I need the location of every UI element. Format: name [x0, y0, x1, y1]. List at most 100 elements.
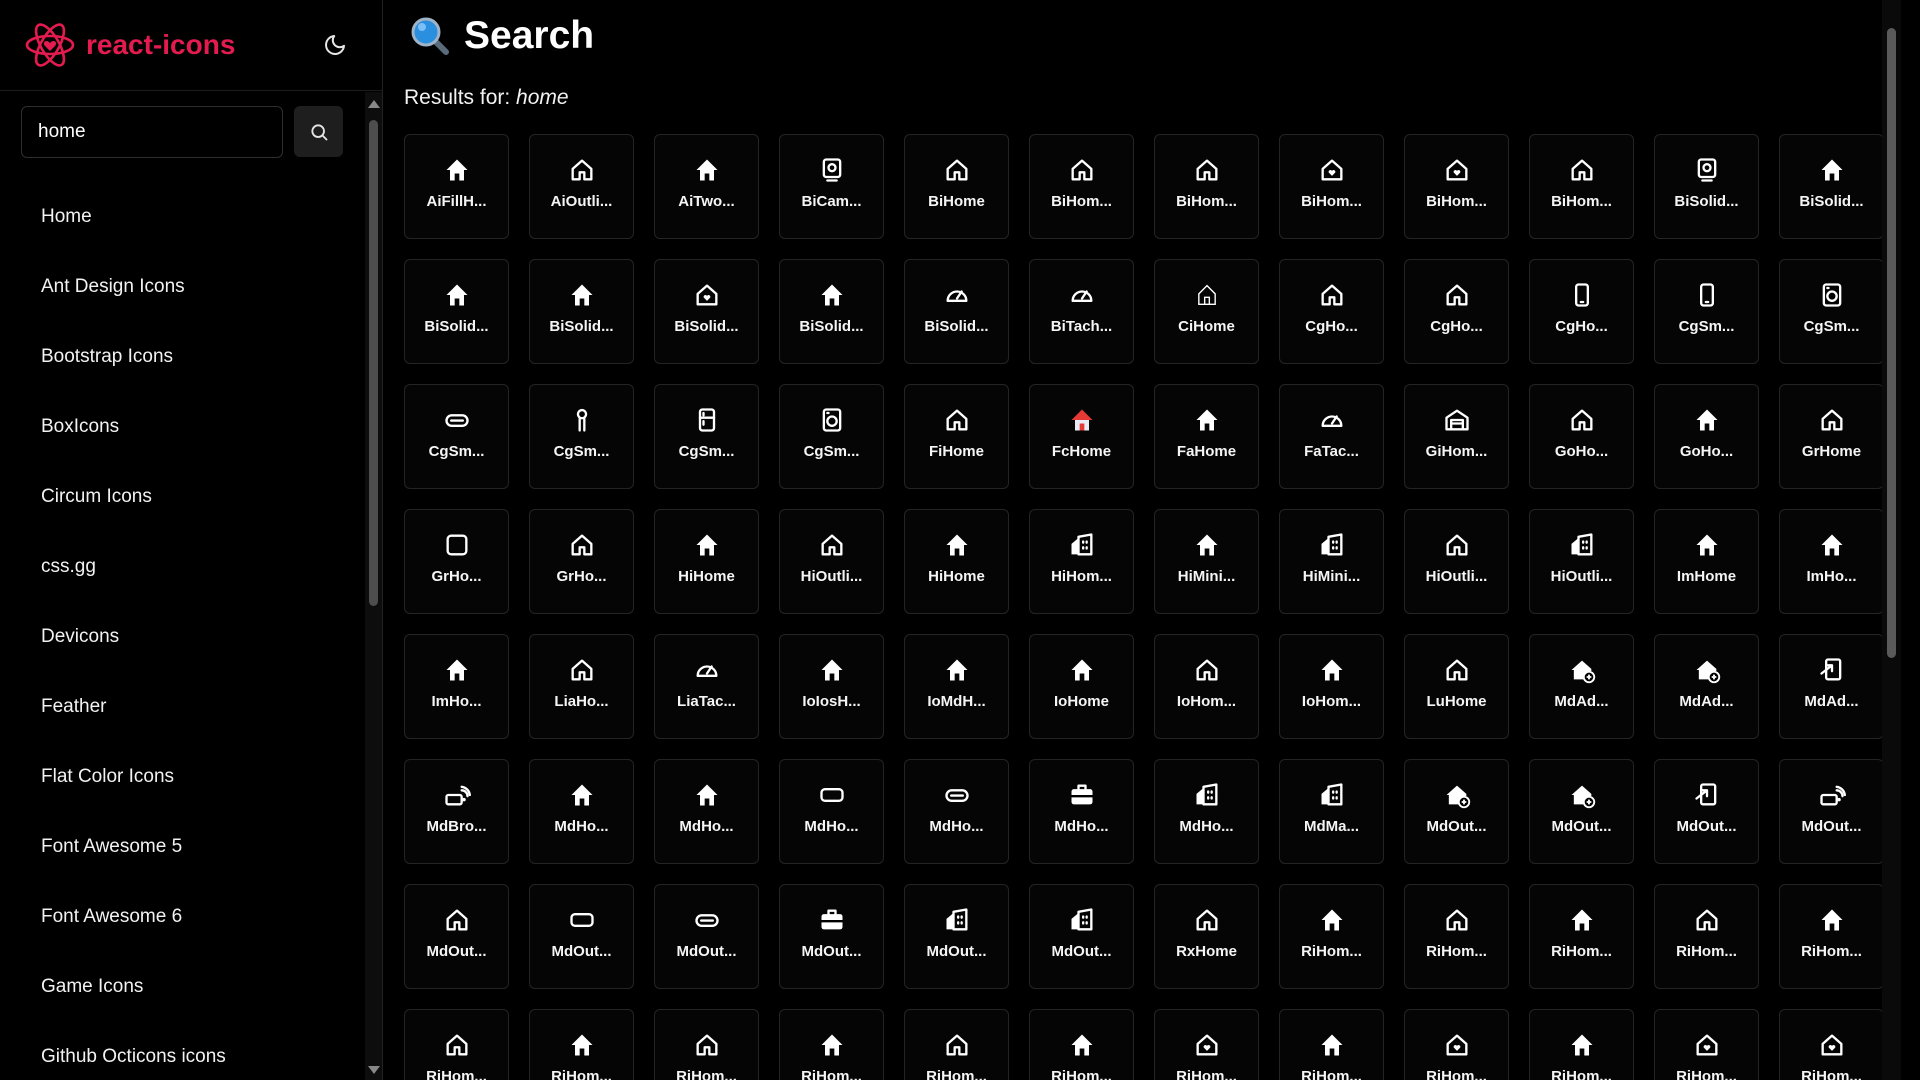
icon-tile[interactable]: HiHome: [654, 509, 759, 614]
icon-tile[interactable]: MdAd...: [1654, 634, 1759, 739]
icon-tile[interactable]: RiHom...: [529, 1009, 634, 1080]
icon-tile[interactable]: MdHo...: [1154, 759, 1259, 864]
icon-tile[interactable]: GoHo...: [1529, 384, 1634, 489]
icon-tile[interactable]: BiTach...: [1029, 259, 1134, 364]
icon-tile[interactable]: BiCam...: [779, 134, 884, 239]
brand-title[interactable]: react-icons: [86, 29, 235, 61]
icon-tile[interactable]: BiSolid...: [779, 259, 884, 364]
icon-tile[interactable]: BiHom...: [1529, 134, 1634, 239]
icon-tile[interactable]: CgHo...: [1279, 259, 1384, 364]
icon-tile[interactable]: MdHo...: [654, 759, 759, 864]
icon-tile[interactable]: HiOutli...: [779, 509, 884, 614]
icon-tile[interactable]: MdOut...: [1779, 759, 1884, 864]
icon-tile[interactable]: HiMini...: [1154, 509, 1259, 614]
icon-tile[interactable]: RxHome: [1154, 884, 1259, 989]
icon-tile[interactable]: CgSm...: [1779, 259, 1884, 364]
nav-item-home[interactable]: Home: [0, 182, 365, 252]
page-scrollbar[interactable]: [1882, 0, 1901, 1080]
icon-tile[interactable]: AiFillH...: [404, 134, 509, 239]
icon-tile[interactable]: MdAd...: [1779, 634, 1884, 739]
icon-tile[interactable]: RiHom...: [1404, 1009, 1509, 1080]
icon-tile[interactable]: RiHom...: [1779, 1009, 1884, 1080]
icon-tile[interactable]: ImHome: [1654, 509, 1759, 614]
icon-tile[interactable]: LiaTac...: [654, 634, 759, 739]
icon-tile[interactable]: BiSolid...: [904, 259, 1009, 364]
icon-tile[interactable]: ImHo...: [1779, 509, 1884, 614]
icon-tile[interactable]: HiOutli...: [1529, 509, 1634, 614]
icon-tile[interactable]: MdOut...: [1529, 759, 1634, 864]
nav-item-bootstrap-icons[interactable]: Bootstrap Icons: [0, 322, 365, 392]
icon-tile[interactable]: CgHo...: [1529, 259, 1634, 364]
icon-tile[interactable]: GoHo...: [1654, 384, 1759, 489]
search-input[interactable]: [21, 106, 283, 158]
icon-tile[interactable]: GrHome: [1779, 384, 1884, 489]
icon-tile[interactable]: RiHom...: [1404, 884, 1509, 989]
icon-tile[interactable]: HiOutli...: [1404, 509, 1509, 614]
icon-tile[interactable]: GrHo...: [529, 509, 634, 614]
icon-tile[interactable]: GiHom...: [1404, 384, 1509, 489]
scroll-up-arrow-icon[interactable]: [368, 100, 380, 108]
icon-tile[interactable]: RiHom...: [1279, 884, 1384, 989]
icon-tile[interactable]: IoIosH...: [779, 634, 884, 739]
icon-tile[interactable]: MdOut...: [904, 884, 1009, 989]
icon-tile[interactable]: BiSolid...: [1779, 134, 1884, 239]
icon-tile[interactable]: BiHom...: [1029, 134, 1134, 239]
icon-tile[interactable]: IoMdH...: [904, 634, 1009, 739]
icon-tile[interactable]: HiHome: [904, 509, 1009, 614]
icon-tile[interactable]: MdHo...: [779, 759, 884, 864]
icon-tile[interactable]: MdBro...: [404, 759, 509, 864]
nav-item-game-icons[interactable]: Game Icons: [0, 952, 365, 1022]
icon-tile[interactable]: IoHom...: [1279, 634, 1384, 739]
icon-tile[interactable]: CgSm...: [779, 384, 884, 489]
icon-tile[interactable]: BiSolid...: [529, 259, 634, 364]
scroll-down-arrow-icon[interactable]: [368, 1066, 380, 1074]
icon-tile[interactable]: IoHom...: [1154, 634, 1259, 739]
icon-tile[interactable]: HiHom...: [1029, 509, 1134, 614]
icon-tile[interactable]: MdHo...: [904, 759, 1009, 864]
nav-item-flat-color-icons[interactable]: Flat Color Icons: [0, 742, 365, 812]
icon-tile[interactable]: MdOut...: [654, 884, 759, 989]
icon-tile[interactable]: CgHo...: [1404, 259, 1509, 364]
icon-tile[interactable]: MdHo...: [1029, 759, 1134, 864]
icon-tile[interactable]: MdOut...: [1404, 759, 1509, 864]
icon-tile[interactable]: RiHom...: [779, 1009, 884, 1080]
icon-tile[interactable]: RiHom...: [1029, 1009, 1134, 1080]
icon-tile[interactable]: RiHom...: [904, 1009, 1009, 1080]
icon-tile[interactable]: FiHome: [904, 384, 1009, 489]
nav-item-ant-design-icons[interactable]: Ant Design Icons: [0, 252, 365, 322]
icon-tile[interactable]: FaHome: [1154, 384, 1259, 489]
nav-item-css-gg[interactable]: css.gg: [0, 532, 365, 602]
icon-tile[interactable]: MdAd...: [1529, 634, 1634, 739]
nav-item-feather[interactable]: Feather: [0, 672, 365, 742]
icon-tile[interactable]: HiMini...: [1279, 509, 1384, 614]
nav-item-font-awesome-6[interactable]: Font Awesome 6: [0, 882, 365, 952]
icon-tile[interactable]: CgSm...: [1654, 259, 1759, 364]
moon-icon[interactable]: [320, 30, 350, 60]
nav-item-boxicons[interactable]: BoxIcons: [0, 392, 365, 462]
icon-tile[interactable]: CgSm...: [404, 384, 509, 489]
icon-tile[interactable]: MdOut...: [1654, 759, 1759, 864]
icon-tile[interactable]: MdMa...: [1279, 759, 1384, 864]
icon-tile[interactable]: CgSm...: [529, 384, 634, 489]
nav-item-devicons[interactable]: Devicons: [0, 602, 365, 672]
icon-tile[interactable]: CgSm...: [654, 384, 759, 489]
react-atom-logo-icon[interactable]: [24, 19, 76, 71]
icon-tile[interactable]: BiSolid...: [1654, 134, 1759, 239]
sidebar-scroll-thumb[interactable]: [369, 120, 378, 606]
icon-tile[interactable]: RiHom...: [404, 1009, 509, 1080]
icon-tile[interactable]: LuHome: [1404, 634, 1509, 739]
nav-item-circum-icons[interactable]: Circum Icons: [0, 462, 365, 532]
nav-item-github-octicons[interactable]: Github Octicons icons: [0, 1022, 365, 1080]
icon-tile[interactable]: BiHom...: [1404, 134, 1509, 239]
icon-tile[interactable]: CiHome: [1154, 259, 1259, 364]
icon-tile[interactable]: BiHom...: [1279, 134, 1384, 239]
icon-tile[interactable]: FaTac...: [1279, 384, 1384, 489]
icon-tile[interactable]: MdOut...: [529, 884, 634, 989]
icon-tile[interactable]: AiOutli...: [529, 134, 634, 239]
icon-tile[interactable]: RiHom...: [1529, 1009, 1634, 1080]
icon-tile[interactable]: ImHo...: [404, 634, 509, 739]
icon-tile[interactable]: RiHom...: [1529, 884, 1634, 989]
icon-tile[interactable]: RiHom...: [1654, 884, 1759, 989]
icon-tile[interactable]: MdOut...: [1029, 884, 1134, 989]
page-scroll-thumb[interactable]: [1887, 28, 1896, 658]
